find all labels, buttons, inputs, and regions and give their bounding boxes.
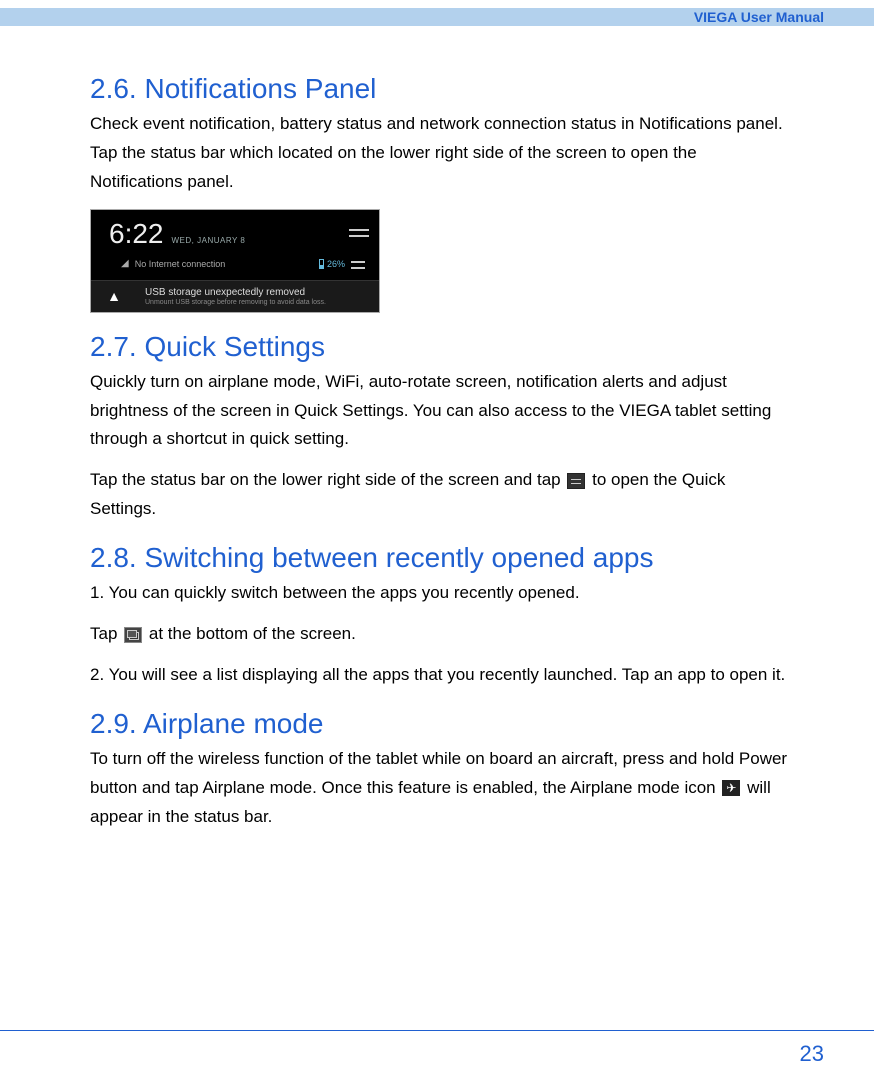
date-display: WED, JANUARY 8 [172,236,246,245]
header-bar: VIEGA User Manual [0,8,874,26]
section-heading-quick-settings: 2.7. Quick Settings [90,331,794,363]
section-text: Check event notification, battery status… [90,110,794,197]
section-text: Tap the status bar on the lower right si… [90,466,794,524]
header-title: VIEGA User Manual [694,9,824,25]
section-heading-notifications: 2.6. Notifications Panel [90,73,794,105]
section-text: 1. You can quickly switch between the ap… [90,579,794,608]
no-internet-label: No Internet connection [135,259,226,269]
settings-slider-icon [349,226,369,242]
battery-indicator: 26% [319,259,345,269]
battery-percent: 26% [327,259,345,269]
page-number: 23 [0,1041,874,1067]
screenshot-top-row: 6:22 WED, JANUARY 8 [91,210,379,254]
section-heading-recent-apps: 2.8. Switching between recently opened a… [90,542,794,574]
notification-subtitle: Unmount USB storage before removing to a… [145,299,371,306]
page-content: 2.6. Notifications Panel Check event not… [90,55,794,843]
section-heading-airplane-mode: 2.9. Airplane mode [90,708,794,740]
notification-item: ▲ USB storage unexpectedly removed Unmou… [91,280,379,312]
section-text: To turn off the wireless function of the… [90,745,794,832]
footer-divider [0,1030,874,1031]
warning-icon: ▲ [91,281,137,312]
notification-title: USB storage unexpectedly removed [145,287,371,298]
wifi-icon: ◢ [121,258,129,269]
section-text: Quickly turn on airplane mode, WiFi, aut… [90,368,794,455]
clock-area: 6:22 WED, JANUARY 8 [109,218,245,250]
status-right: 26% [319,258,365,270]
section-text: Tap at the bottom of the screen. [90,620,794,649]
battery-icon [319,259,324,269]
notification-text: USB storage unexpectedly removed Unmount… [137,281,379,312]
quick-settings-slider-icon [567,473,585,489]
notification-panel-screenshot: 6:22 WED, JANUARY 8 ◢ No Internet connec… [90,209,380,313]
section-text: 2. You will see a list displaying all th… [90,661,794,690]
airplane-icon: ✈ [722,780,740,796]
status-row: ◢ No Internet connection 26% [91,254,379,280]
recent-apps-icon [124,627,142,643]
page-footer: 23 [0,1030,874,1067]
quick-settings-icon [351,258,365,270]
time-display: 6:22 [109,218,164,250]
status-left: ◢ No Internet connection [121,258,225,269]
